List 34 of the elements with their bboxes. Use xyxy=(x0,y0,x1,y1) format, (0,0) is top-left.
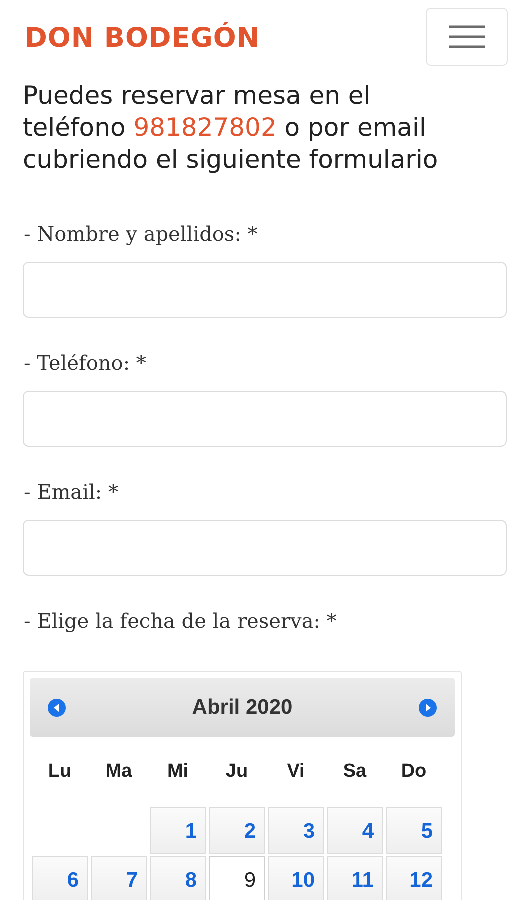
field-label: - Teléfono: * xyxy=(24,351,148,375)
input-field[interactable] xyxy=(23,391,507,447)
day-cell[interactable]: 5 xyxy=(386,807,442,854)
field-label: - Email: * xyxy=(24,480,120,504)
logo-text[interactable]: DON BODEGÓN xyxy=(23,22,260,54)
day-cell[interactable]: 1 xyxy=(150,807,206,854)
day-cell[interactable]: 11 xyxy=(327,856,383,900)
menu-button[interactable] xyxy=(426,8,508,66)
day-cell[interactable]: 7 xyxy=(91,856,147,900)
month-title: Abril 2020 xyxy=(192,696,293,720)
day-cell[interactable]: 8 xyxy=(150,856,206,900)
weekday-label: Ma xyxy=(104,760,134,784)
day-cell[interactable]: 10 xyxy=(268,856,324,900)
menu-icon xyxy=(449,25,485,49)
field-label: - Elige la fecha de la reserva: * xyxy=(24,609,338,633)
day-cell[interactable]: 6 xyxy=(32,856,88,900)
day-cell[interactable]: 9 xyxy=(209,856,265,900)
phone-link[interactable]: 981827802 xyxy=(134,113,277,142)
intro-text: Puedes reservar mesa en el teléfono 981827802 o por email cubriendo el siguiente formulario xyxy=(23,80,440,176)
previous-month-icon[interactable] xyxy=(48,698,66,716)
day-cell[interactable]: 4 xyxy=(327,807,383,854)
weekday-label: Ju xyxy=(224,760,250,784)
weekday-label: Sa xyxy=(342,760,368,784)
weekday-label: Lu xyxy=(47,760,73,784)
weekday-label: Do xyxy=(400,760,428,784)
field-label: - Nombre y apellidos: * xyxy=(24,222,259,246)
day-cell[interactable]: 2 xyxy=(209,807,265,854)
next-month-icon[interactable] xyxy=(418,698,437,716)
day-cell[interactable]: 12 xyxy=(386,856,442,900)
input-field[interactable] xyxy=(23,520,507,576)
day-cell[interactable]: 3 xyxy=(268,807,324,854)
weekday-label: Vi xyxy=(286,760,306,784)
weekday-label: Mi xyxy=(166,760,190,784)
input-field[interactable] xyxy=(23,262,507,318)
